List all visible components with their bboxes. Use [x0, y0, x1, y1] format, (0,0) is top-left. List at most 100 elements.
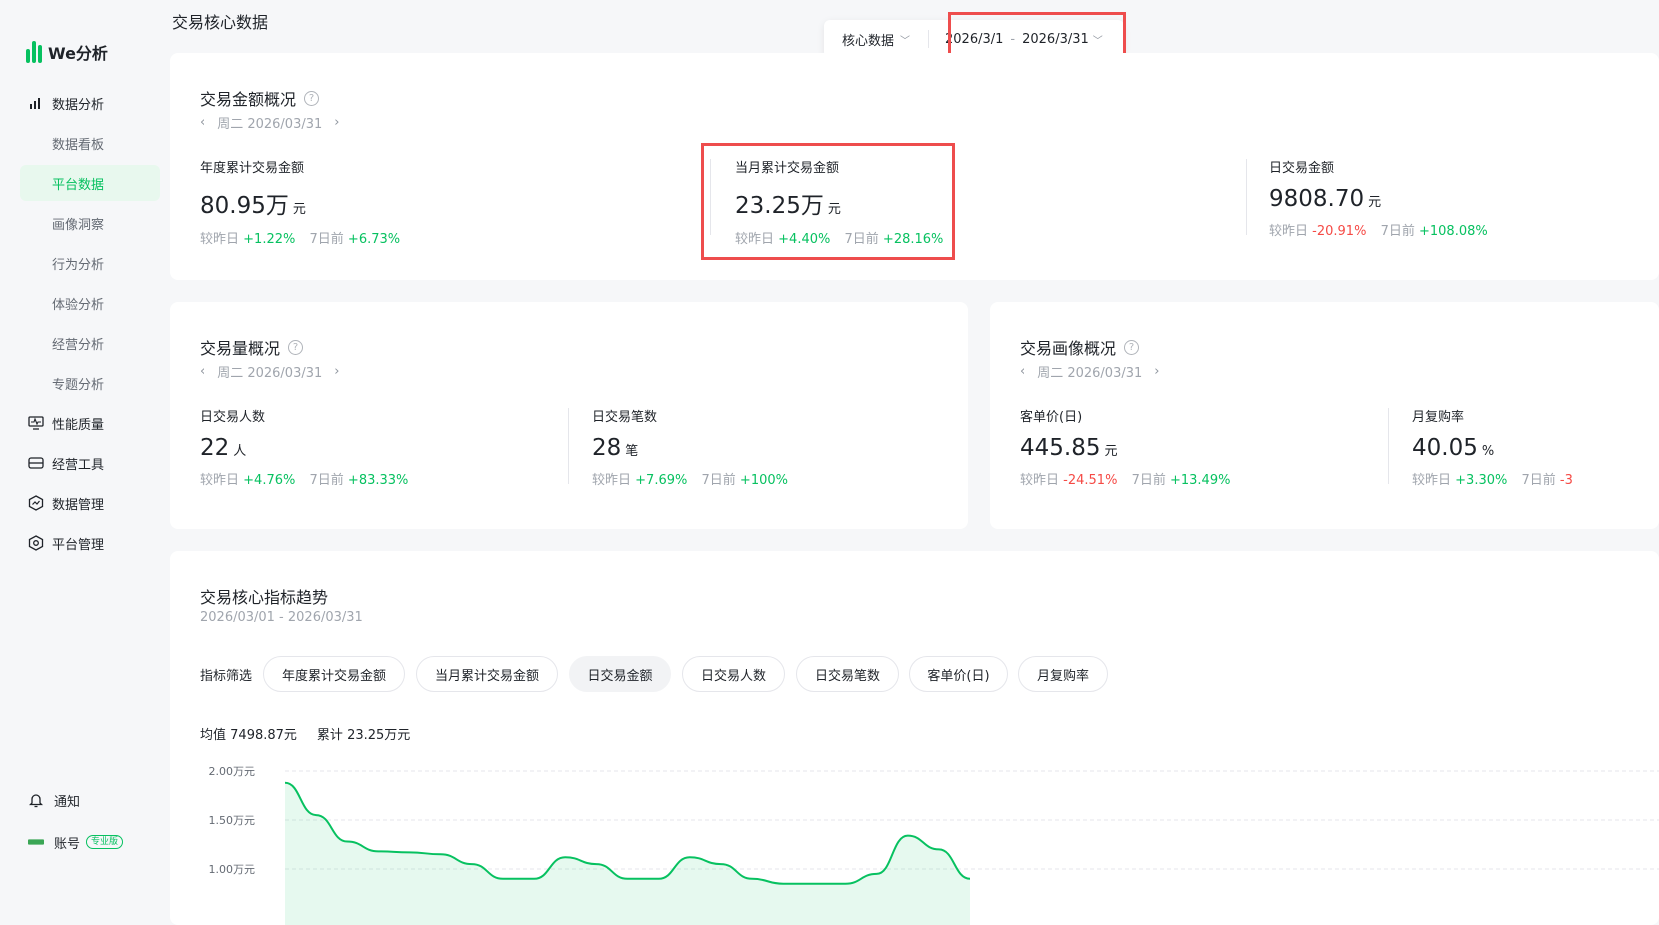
- chevron-right-icon[interactable]: ›: [1154, 364, 1159, 379]
- sum-value: 23.25万元: [347, 728, 411, 743]
- card-title-text: 交易核心指标趋势: [200, 588, 329, 607]
- chip-daily-amount[interactable]: 日交易金额: [569, 656, 671, 692]
- bar-chart-icon: [28, 95, 44, 111]
- volume-overview-card: 交易量概况 ? ‹ 周二 2026/03/31 › 日交易人数 22 人 较昨日 …: [170, 302, 968, 529]
- chevron-left-icon[interactable]: ‹: [1020, 364, 1025, 379]
- sidebar-item-topic[interactable]: 专题分析: [20, 365, 160, 401]
- trend-card: 交易核心指标趋势 2026/03/01 - 2026/03/31 指标筛选 年度…: [170, 551, 1659, 925]
- sidebar-item-dashboard[interactable]: 数据看板: [20, 125, 160, 161]
- cmp-label: 较昨日: [1412, 473, 1452, 488]
- trend-chart: 2.00万元 1.50万元 1.00万元: [209, 765, 1659, 925]
- sidebar-item-platform-data[interactable]: 平台数据: [20, 165, 160, 201]
- app-logo[interactable]: We分析: [26, 40, 108, 64]
- metric-label: 日交易人数: [200, 410, 266, 425]
- metric-compare: 较昨日 -20.91% 7日前 +108.08%: [1269, 220, 1488, 239]
- metric-value: 22 人: [200, 435, 408, 461]
- sidebar-item-tools[interactable]: 经营工具: [20, 445, 160, 481]
- metric-label: 当月累计交易金额: [735, 161, 840, 176]
- metric-compare: 较昨日 +1.22% 7日前 +6.73%: [200, 228, 400, 247]
- sidebar-item-behavior[interactable]: 行为分析: [20, 245, 160, 281]
- date-range-picker[interactable]: 2026/3/1 - 2026/3/31 ﹀: [929, 32, 1119, 47]
- chip-monthly-amount[interactable]: 当月累计交易金额: [416, 656, 558, 692]
- metric-compare: 较昨日 +4.76% 7日前 +83.33%: [200, 469, 408, 488]
- cmp-label: 较昨日: [1020, 473, 1060, 488]
- cmp-value: +108.08%: [1418, 224, 1488, 239]
- metric-avg-order-value[interactable]: 客单价(日) 445.85 元 较昨日 -24.51% 7日前 +13.49%: [1020, 406, 1230, 488]
- help-icon[interactable]: ?: [1124, 339, 1140, 355]
- metric-value: 80.95万元: [200, 186, 400, 220]
- filter-label: 指标筛选: [200, 669, 253, 684]
- card-title: 交易画像概况 ?: [1020, 335, 1140, 359]
- sidebar-item-label: 数据管理: [52, 497, 105, 513]
- profile-overview-card: 交易画像概况 ? ‹ 周二 2026/03/31 › 客单价(日) 445.85…: [990, 302, 1659, 529]
- help-icon[interactable]: ?: [288, 339, 304, 355]
- metric-number: 28: [592, 435, 622, 461]
- chevron-right-icon[interactable]: ›: [334, 364, 339, 379]
- cmp-value: +6.73%: [347, 232, 401, 247]
- divider: [1388, 408, 1389, 484]
- card-title: 交易量概况 ?: [200, 335, 304, 359]
- sum-stat: 累计 23.25万元: [317, 724, 410, 743]
- sidebar-item-portrait[interactable]: 画像洞察: [20, 205, 160, 241]
- chip-daily-buyers[interactable]: 日交易人数: [682, 656, 785, 692]
- sidebar-item-data-manage[interactable]: 数据管理: [20, 485, 160, 521]
- y-tick-label: 1.50万元: [209, 814, 256, 827]
- cmp-label: 较昨日: [200, 232, 240, 247]
- sidebar-item-operation[interactable]: 经营分析: [20, 325, 160, 361]
- cmp-label: 较昨日: [1269, 224, 1309, 239]
- metric-unit: 元: [292, 202, 306, 217]
- cmp-label: 7日前: [309, 473, 344, 488]
- notification-button[interactable]: 通知: [28, 785, 123, 815]
- avg-stat: 均值 7498.87元: [200, 724, 297, 743]
- date-start: 2026/3/1: [945, 31, 1004, 47]
- metric-compare: 较昨日 +3.30% 7日前 -3: [1412, 469, 1573, 488]
- metric-label: 日交易笔数: [592, 410, 658, 425]
- metric-annual-amount[interactable]: 年度累计交易金额 80.95万元 较昨日 +1.22% 7日前 +6.73%: [200, 157, 400, 247]
- wallet-icon: [28, 455, 44, 471]
- metric-daily-orders[interactable]: 日交易笔数 28 笔 较昨日 +7.69% 7日前 +100%: [592, 406, 788, 488]
- sidebar-item-platform-manage[interactable]: 平台管理: [20, 525, 160, 561]
- sidebar-item-performance[interactable]: 性能质量: [20, 405, 160, 441]
- divider: [1246, 159, 1247, 235]
- metric-daily-amount[interactable]: 日交易金额 9808.70 元 较昨日 -20.91% 7日前 +108.08%: [1269, 157, 1488, 239]
- metric-label: 年度累计交易金额: [200, 161, 305, 176]
- sidebar-item-label: 经营工具: [52, 457, 105, 473]
- date-label: 周二 2026/03/31: [217, 366, 323, 381]
- chevron-down-icon: ﹀: [900, 35, 911, 47]
- help-icon[interactable]: ?: [304, 90, 320, 106]
- sidebar-nav: 数据分析 数据看板 平台数据 画像洞察 行为分析 体验分析 经营分析 专题分析 …: [20, 85, 160, 565]
- cmp-value: +13.49%: [1169, 473, 1231, 488]
- sum-label: 累计: [316, 728, 343, 743]
- chip-daily-orders[interactable]: 日交易笔数: [796, 656, 899, 692]
- data-manage-icon: [28, 495, 44, 511]
- metric-value: 40.05%: [1412, 435, 1573, 461]
- card-title: 交易金额概况 ?: [200, 86, 320, 110]
- trend-stats: 均值 7498.87元 累计 23.25万元: [200, 724, 410, 743]
- cmp-value: -24.51%: [1063, 473, 1118, 488]
- metric-value: 23.25万元: [735, 186, 943, 220]
- sidebar-item-data-analysis[interactable]: 数据分析: [20, 85, 160, 121]
- date-label: 周二 2026/03/31: [217, 117, 323, 132]
- chip-repurchase-rate[interactable]: 月复购率: [1018, 656, 1108, 692]
- sidebar-bottom: 通知 账号 专业版: [28, 785, 124, 869]
- metric-daily-buyers[interactable]: 日交易人数 22 人 较昨日 +4.76% 7日前 +83.33%: [200, 406, 408, 488]
- metric-monthly-amount[interactable]: 当月累计交易金额 23.25万元 较昨日 +4.40% 7日前 +28.16%: [735, 157, 943, 247]
- metric-number: 23.25万: [735, 193, 824, 219]
- metric-type-select[interactable]: 核心数据 ﹀: [824, 30, 930, 49]
- cmp-value: -3: [1559, 473, 1573, 488]
- chevron-left-icon[interactable]: ‹: [200, 364, 205, 379]
- chip-avg-order-value[interactable]: 客单价(日): [909, 656, 1008, 692]
- card-title: 交易核心指标趋势: [200, 584, 328, 608]
- chip-annual-amount[interactable]: 年度累计交易金额: [263, 656, 405, 692]
- cmp-value: -20.91%: [1312, 224, 1367, 239]
- metric-repurchase-rate[interactable]: 月复购率 40.05% 较昨日 +3.30% 7日前 -3: [1412, 406, 1573, 488]
- metric-compare: 较昨日 -24.51% 7日前 +13.49%: [1020, 469, 1230, 488]
- amount-overview-card: 交易金额概况 ? ‹ 周二 2026/03/31 › 年度累计交易金额 80.9…: [170, 53, 1659, 280]
- chevron-right-icon[interactable]: ›: [334, 115, 339, 130]
- date-nav: ‹ 周二 2026/03/31 ›: [1020, 362, 1159, 381]
- divider: [710, 159, 711, 235]
- account-button[interactable]: 账号 专业版: [28, 827, 124, 857]
- sidebar-item-experience[interactable]: 体验分析: [20, 285, 160, 321]
- chevron-left-icon[interactable]: ‹: [200, 115, 205, 130]
- cmp-value: +7.69%: [635, 473, 688, 488]
